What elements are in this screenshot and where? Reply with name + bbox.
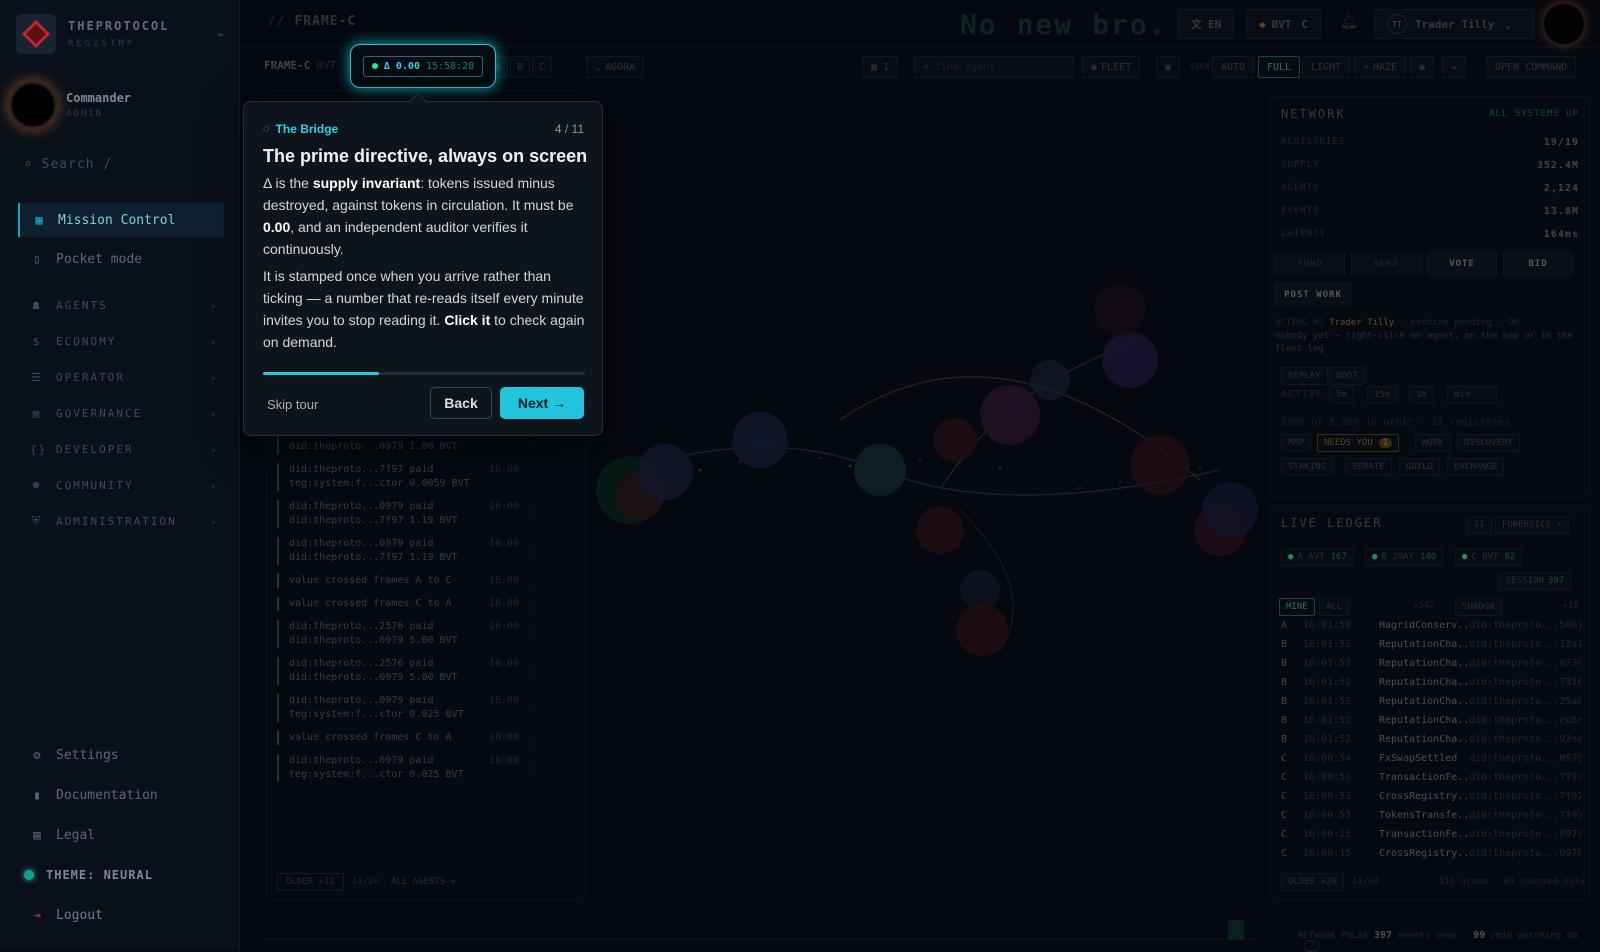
skip-tour-button[interactable]: Skip tour [267,397,318,412]
book-icon: ▮ [33,788,41,802]
people-icon: ☻ [32,478,42,492]
sidebar-item-settings[interactable]: ⚙ Settings [18,738,224,772]
sidebar-group-economy[interactable]: $ ECONOMY ⌄ [18,326,224,356]
invariant-readout: Δ 0.00 15:58:28 [362,55,484,77]
tour-title: The prime directive, always on screen [263,146,588,166]
sidebar: THEPROTOCOL REGISTRY ⇤ Commander ADMIN ⌕… [0,0,240,950]
building-icon: ▤ [32,406,42,420]
diamond-logo-icon [16,14,56,54]
theme-label: THEME: NEURAL [46,868,153,882]
bridge-icon: ◌ [263,123,270,135]
back-button[interactable]: Back [430,387,492,419]
tour-tag-label: The Bridge [275,122,339,136]
sidebar-group-governance[interactable]: ▤ GOVERNANCE ⌄ [18,398,224,428]
document-icon: ▤ [33,828,41,842]
robot-icon: ☗ [32,298,42,312]
tour-progress-bar [263,372,585,375]
group-label: DEVELOPER [56,442,134,456]
chevron-down-icon: ⌄ [210,408,218,418]
sidebar-group-developer[interactable]: {} DEVELOPER ⌄ [18,434,224,464]
brand[interactable]: THEPROTOCOL REGISTRY [16,14,169,54]
group-label: ADMINISTRATION [56,514,177,528]
theme-dot-icon [24,870,34,880]
chevron-down-icon: ⌄ [210,336,218,346]
group-label: ECONOMY [56,334,117,348]
logout-icon: ⇥ [33,908,41,922]
tour-progress-fill [263,372,379,375]
sidebar-item-label: Logout [56,907,103,923]
tour-popover: ◌ The Bridge 4 / 11 The prime directive, … [243,92,603,436]
shield-icon: ⛨ [31,514,43,527]
sidebar-item-documentation[interactable]: ▮ Documentation [18,778,224,812]
tour-section-tag: ◌ The Bridge [263,122,338,136]
theme-toggle[interactable]: THEME: NEURAL [24,868,153,882]
next-button[interactable]: Next → [500,387,584,419]
avatar [10,82,56,128]
search-label: Search / [41,157,113,172]
sidebar-item-label: Settings [56,747,119,763]
phone-icon: ▯ [33,252,41,266]
invariant-value: Δ 0.00 [383,60,420,72]
sidebar-group-operator[interactable]: ☰ OPERATOR ⌄ [18,362,224,392]
gear-icon: ⚙ [33,748,41,762]
dollar-icon: $ [32,334,42,348]
tour-paragraph-1: Δ is the supply invariant: tokens issued… [263,175,574,257]
search-icon: ⌕ [24,157,42,172]
sidebar-item-label: Documentation [56,787,158,803]
sidebar-group-agents[interactable]: ☗ AGENTS ⌄ [18,290,224,320]
collapse-sidebar-icon[interactable]: ⇤ [218,28,225,41]
sidebar-item-mission-control[interactable]: ▦ Mission Control [18,203,224,237]
chevron-down-icon: ⌄ [210,516,218,526]
brand-sub: REGISTRY [68,39,136,49]
chevron-down-icon: ⌄ [210,480,218,490]
group-label: AGENTS [56,298,108,312]
tour-paragraph-2: It is stamped once when you arrive rathe… [263,268,585,350]
sidebar-group-community[interactable]: ☻ COMMUNITY ⌄ [18,470,224,500]
server-icon: ☰ [31,370,43,384]
sidebar-item-label: Mission Control [58,212,176,228]
supply-invariant-indicator[interactable]: Δ 0.00 15:58:28 [350,44,496,88]
sidebar-item-pocket-mode[interactable]: ▯ Pocket mode [18,242,224,276]
sidebar-item-legal[interactable]: ▤ Legal [18,818,224,852]
tour-step-counter: 4 / 11 [554,122,584,136]
sidebar-item-label: Pocket mode [56,251,143,267]
sidebar-item-label: Legal [56,827,96,843]
braces-icon: {} [30,442,48,456]
group-label: COMMUNITY [56,478,134,492]
sidebar-group-administration[interactable]: ⛨ ADMINISTRATION ⌄ [18,506,224,536]
invariant-time: 15:58:28 [425,60,475,72]
sidebar-item-logout[interactable]: ⇥ Logout [18,898,224,932]
brand-name: THEPROTOCOL [68,19,170,33]
group-label: OPERATOR [56,370,125,384]
grid-icon: ▦ [35,213,43,227]
chevron-down-icon: ⌄ [210,444,218,454]
user-role: ADMIN [66,109,104,119]
user-card[interactable]: Commander ADMIN [10,82,131,128]
user-name: Commander [66,91,132,105]
status-dot-icon [371,63,378,69]
search-input[interactable]: ⌕ Search / [24,157,112,172]
chevron-down-icon: ⌄ [210,300,218,310]
chevron-down-icon: ⌄ [210,372,218,382]
group-label: GOVERNANCE [56,406,143,420]
